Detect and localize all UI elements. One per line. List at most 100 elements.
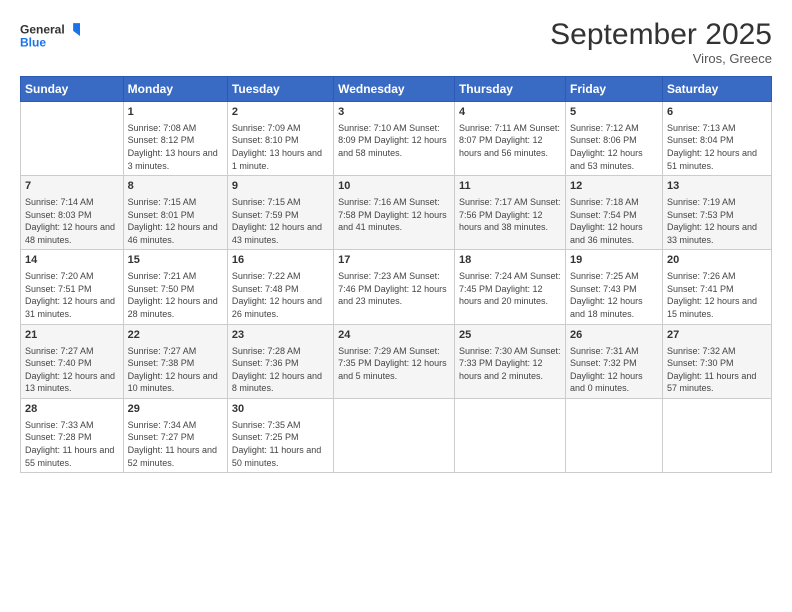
calendar-cell: 30Sunrise: 7:35 AM Sunset: 7:25 PM Dayli… [227,398,333,472]
calendar-cell: 10Sunrise: 7:16 AM Sunset: 7:58 PM Dayli… [334,176,455,250]
cell-data: Sunrise: 7:18 AM Sunset: 7:54 PM Dayligh… [570,196,658,246]
calendar-cell: 8 Sunrise: 7:15 AM Sunset: 8:01 PM Daylig… [123,176,227,250]
col-header-tuesday: Tuesday [227,77,333,102]
cell-data: Sunrise: 7:13 AM Sunset: 8:04 PM Dayligh… [667,122,767,172]
calendar-cell: 27 Sunrise: 7:32 AM Sunset: 7:30 PM Dayli… [662,324,771,398]
col-header-wednesday: Wednesday [334,77,455,102]
day-number: 6 [667,105,767,120]
cell-data: Sunrise: 7:17 AM Sunset: 7:56 PM Dayligh… [459,196,561,234]
cell-data: Sunrise: 7:09 AM Sunset: 8:10 PM Dayligh… [232,122,329,172]
day-number: 25 [459,328,561,343]
cell-data: Sunrise: 7:14 AM Sunset: 8:03 PM Dayligh… [25,196,119,246]
day-number: 5 [570,105,658,120]
calendar-cell: 25 Sunrise: 7:30 AM Sunset: 7:33 PM Dayli… [454,324,565,398]
calendar-cell: 20 Sunrise: 7:26 AM Sunset: 7:41 PM Dayli… [662,250,771,324]
calendar-cell: 23 Sunrise: 7:28 AM Sunset: 7:36 PM Dayli… [227,324,333,398]
cell-data: Sunrise: 7:27 AM Sunset: 7:40 PM Dayligh… [25,345,119,395]
calendar-cell [21,102,124,176]
day-number: 7 [25,179,119,194]
cell-data: Sunrise: 7:31 AM Sunset: 7:32 PM Dayligh… [570,345,658,395]
title-block: September 2025 Viros, Greece [550,18,772,66]
calendar-cell: 13 Sunrise: 7:19 AM Sunset: 7:53 PM Dayli… [662,176,771,250]
calendar-cell: 6 Sunrise: 7:13 AM Sunset: 8:04 PM Daylig… [662,102,771,176]
page: General Blue September 2025 Viros, Greec… [0,0,792,612]
day-number: 19 [570,253,658,268]
logo: General Blue [20,18,80,54]
cell-data: Sunrise: 7:34 AM Sunset: 7:27 PM Dayligh… [128,419,223,469]
calendar-cell [662,398,771,472]
day-number: 28 [25,402,119,417]
calendar-cell: 18 Sunrise: 7:24 AM Sunset: 7:45 PM Dayli… [454,250,565,324]
day-number: 29 [128,402,223,417]
calendar-cell: 21Sunrise: 7:27 AM Sunset: 7:40 PM Dayli… [21,324,124,398]
day-number: 11 [459,179,561,194]
cell-data: Sunrise: 7:21 AM Sunset: 7:50 PM Dayligh… [128,270,223,320]
calendar-cell: 15Sunrise: 7:21 AM Sunset: 7:50 PM Dayli… [123,250,227,324]
day-number: 22 [128,328,223,343]
calendar-cell: 12Sunrise: 7:18 AM Sunset: 7:54 PM Dayli… [566,176,663,250]
day-number: 30 [232,402,329,417]
day-number: 14 [25,253,119,268]
calendar-cell: 17Sunrise: 7:23 AM Sunset: 7:46 PM Dayli… [334,250,455,324]
calendar-cell [334,398,455,472]
calendar-cell: 7 Sunrise: 7:14 AM Sunset: 8:03 PM Daylig… [21,176,124,250]
day-number: 18 [459,253,561,268]
day-number: 13 [667,179,767,194]
calendar-cell: 19Sunrise: 7:25 AM Sunset: 7:43 PM Dayli… [566,250,663,324]
cell-data: Sunrise: 7:19 AM Sunset: 7:53 PM Dayligh… [667,196,767,246]
header-row: SundayMondayTuesdayWednesdayThursdayFrid… [21,77,772,102]
col-header-monday: Monday [123,77,227,102]
cell-data: Sunrise: 7:30 AM Sunset: 7:33 PM Dayligh… [459,345,561,383]
cell-data: Sunrise: 7:10 AM Sunset: 8:09 PM Dayligh… [338,122,450,160]
cell-data: Sunrise: 7:16 AM Sunset: 7:58 PM Dayligh… [338,196,450,234]
location-subtitle: Viros, Greece [550,51,772,66]
svg-text:General: General [20,22,65,36]
svg-text:Blue: Blue [20,35,46,49]
week-row-4: 21Sunrise: 7:27 AM Sunset: 7:40 PM Dayli… [21,324,772,398]
day-number: 26 [570,328,658,343]
day-number: 2 [232,105,329,120]
day-number: 20 [667,253,767,268]
cell-data: Sunrise: 7:27 AM Sunset: 7:38 PM Dayligh… [128,345,223,395]
calendar-cell [566,398,663,472]
calendar-cell: 11 Sunrise: 7:17 AM Sunset: 7:56 PM Dayli… [454,176,565,250]
calendar-cell: 24 Sunrise: 7:29 AM Sunset: 7:35 PM Dayli… [334,324,455,398]
cell-data: Sunrise: 7:20 AM Sunset: 7:51 PM Dayligh… [25,270,119,320]
col-header-saturday: Saturday [662,77,771,102]
calendar-table: SundayMondayTuesdayWednesdayThursdayFrid… [20,76,772,473]
calendar-cell: 16Sunrise: 7:22 AM Sunset: 7:48 PM Dayli… [227,250,333,324]
calendar-cell: 28 Sunrise: 7:33 AM Sunset: 7:28 PM Dayli… [21,398,124,472]
day-number: 27 [667,328,767,343]
cell-data: Sunrise: 7:33 AM Sunset: 7:28 PM Dayligh… [25,419,119,469]
header: General Blue September 2025 Viros, Greec… [20,18,772,66]
calendar-cell [454,398,565,472]
main-title: September 2025 [550,18,772,51]
cell-data: Sunrise: 7:24 AM Sunset: 7:45 PM Dayligh… [459,270,561,308]
cell-data: Sunrise: 7:15 AM Sunset: 8:01 PM Dayligh… [128,196,223,246]
col-header-thursday: Thursday [454,77,565,102]
cell-data: Sunrise: 7:23 AM Sunset: 7:46 PM Dayligh… [338,270,450,308]
calendar-cell: 3 Sunrise: 7:10 AM Sunset: 8:09 PM Daylig… [334,102,455,176]
cell-data: Sunrise: 7:22 AM Sunset: 7:48 PM Dayligh… [232,270,329,320]
day-number: 23 [232,328,329,343]
day-number: 24 [338,328,450,343]
calendar-cell: 4 Sunrise: 7:11 AM Sunset: 8:07 PM Daylig… [454,102,565,176]
week-row-5: 28 Sunrise: 7:33 AM Sunset: 7:28 PM Dayli… [21,398,772,472]
cell-data: Sunrise: 7:28 AM Sunset: 7:36 PM Dayligh… [232,345,329,395]
day-number: 4 [459,105,561,120]
week-row-3: 14 Sunrise: 7:20 AM Sunset: 7:51 PM Dayli… [21,250,772,324]
cell-data: Sunrise: 7:26 AM Sunset: 7:41 PM Dayligh… [667,270,767,320]
calendar-cell: 22 Sunrise: 7:27 AM Sunset: 7:38 PM Dayli… [123,324,227,398]
day-number: 8 [128,179,223,194]
cell-data: Sunrise: 7:15 AM Sunset: 7:59 PM Dayligh… [232,196,329,246]
col-header-friday: Friday [566,77,663,102]
week-row-1: 1Sunrise: 7:08 AM Sunset: 8:12 PM Daylig… [21,102,772,176]
calendar-cell: 14 Sunrise: 7:20 AM Sunset: 7:51 PM Dayli… [21,250,124,324]
cell-data: Sunrise: 7:08 AM Sunset: 8:12 PM Dayligh… [128,122,223,172]
cell-data: Sunrise: 7:11 AM Sunset: 8:07 PM Dayligh… [459,122,561,160]
col-header-sunday: Sunday [21,77,124,102]
cell-data: Sunrise: 7:32 AM Sunset: 7:30 PM Dayligh… [667,345,767,395]
cell-data: Sunrise: 7:29 AM Sunset: 7:35 PM Dayligh… [338,345,450,383]
day-number: 3 [338,105,450,120]
logo-svg: General Blue [20,18,80,54]
